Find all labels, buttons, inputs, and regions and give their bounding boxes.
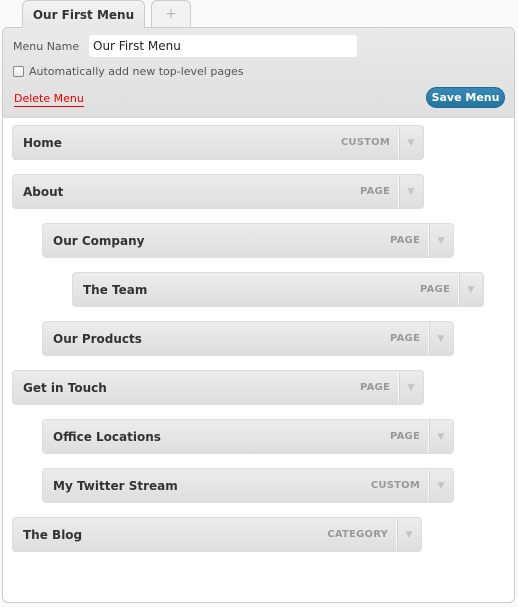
- menu-item-title: The Blog: [23, 527, 83, 542]
- auto-add-option[interactable]: Automatically add new top-level pages: [13, 65, 244, 78]
- tab-our-first-menu[interactable]: Our First Menu: [22, 0, 145, 28]
- menu-item[interactable]: The Blog CATEGORY ▼: [12, 517, 422, 552]
- menu-item-type: PAGE: [360, 186, 390, 197]
- menu-name-input[interactable]: [89, 35, 357, 57]
- add-menu-tab[interactable]: +: [151, 0, 191, 27]
- save-menu-button[interactable]: Save Menu: [426, 87, 505, 108]
- menu-item[interactable]: Our Products PAGE ▼: [42, 321, 454, 356]
- delete-menu-link[interactable]: Delete Menu: [14, 92, 84, 107]
- menu-item-title: About: [23, 184, 64, 199]
- tab-label: Our First Menu: [32, 7, 135, 22]
- menu-header: Menu Name Automatically add new top-leve…: [3, 28, 514, 118]
- menu-item-type: PAGE: [360, 382, 390, 393]
- menu-name-label: Menu Name: [13, 40, 80, 53]
- menu-item-title: Our Company: [53, 233, 145, 248]
- plus-icon: +: [165, 6, 177, 22]
- menu-item-type: CUSTOM: [370, 480, 420, 491]
- menu-item[interactable]: About PAGE ▼: [12, 174, 424, 209]
- triangle-down-icon[interactable]: ▼: [428, 469, 453, 502]
- menu-item[interactable]: Office Locations PAGE ▼: [42, 419, 454, 454]
- triangle-down-icon[interactable]: ▼: [398, 371, 423, 404]
- menu-item[interactable]: Home CUSTOM ▼: [12, 125, 424, 160]
- menu-item-type: PAGE: [390, 431, 420, 442]
- menu-item[interactable]: Get in Touch PAGE ▼: [12, 370, 424, 405]
- menu-item[interactable]: The Team PAGE ▼: [72, 272, 484, 307]
- menu-item-title: Home: [23, 135, 62, 150]
- menu-item-type: PAGE: [390, 235, 420, 246]
- menu-item-title: Office Locations: [53, 429, 161, 444]
- menu-item-title: Our Products: [53, 331, 142, 346]
- menu-item-type: CUSTOM: [340, 137, 390, 148]
- menu-item[interactable]: My Twitter Stream CUSTOM ▼: [42, 468, 454, 503]
- menu-item-title: My Twitter Stream: [53, 478, 178, 493]
- menu-item[interactable]: Our Company PAGE ▼: [42, 223, 454, 258]
- triangle-down-icon[interactable]: ▼: [398, 126, 423, 159]
- auto-add-checkbox[interactable]: [13, 66, 24, 77]
- auto-add-label: Automatically add new top-level pages: [29, 65, 244, 78]
- triangle-down-icon[interactable]: ▼: [458, 273, 483, 306]
- triangle-down-icon[interactable]: ▼: [428, 224, 453, 257]
- triangle-down-icon[interactable]: ▼: [396, 518, 421, 551]
- menu-item-type: PAGE: [390, 333, 420, 344]
- triangle-down-icon[interactable]: ▼: [398, 175, 423, 208]
- menu-editor-panel: Menu Name Automatically add new top-leve…: [2, 27, 515, 603]
- menu-item-type: CATEGORY: [327, 529, 388, 540]
- triangle-down-icon[interactable]: ▼: [428, 420, 453, 453]
- triangle-down-icon[interactable]: ▼: [428, 322, 453, 355]
- menu-item-type: PAGE: [420, 284, 450, 295]
- menu-item-title: The Team: [83, 282, 148, 297]
- menu-item-title: Get in Touch: [23, 380, 107, 395]
